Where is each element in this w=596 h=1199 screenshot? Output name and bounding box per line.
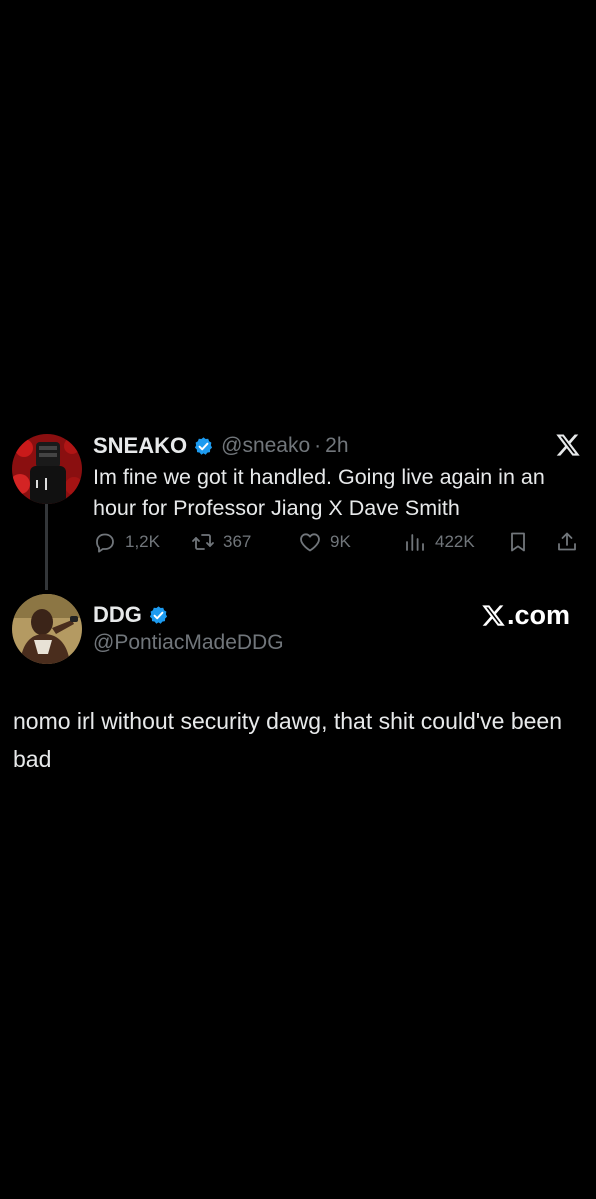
x-logo-icon[interactable]: [555, 432, 581, 458]
author-handle[interactable]: @PontiacMadeDDG: [93, 631, 284, 655]
views-count: 422K: [435, 532, 475, 551]
author-handle[interactable]: @sneako: [221, 434, 310, 458]
reply-post-header: DDG: [93, 600, 169, 630]
sneako-avatar-image: [12, 434, 82, 504]
like-count: 9K: [330, 532, 351, 551]
quoted-post-header: SNEAKO @sneako · 2h: [93, 431, 349, 461]
share-button[interactable]: [555, 530, 579, 554]
quoted-post-action-bar: 1,2K 367 9K 422K: [93, 530, 585, 562]
reply-icon: [96, 533, 114, 553]
ddg-avatar[interactable]: [12, 594, 82, 664]
x-com-watermark: .com: [481, 600, 570, 631]
x-logo-icon: [482, 605, 505, 626]
ddg-avatar-image: [12, 594, 82, 664]
repost-count: 367: [223, 532, 252, 551]
like-icon: [300, 533, 320, 552]
post-time[interactable]: 2h: [325, 434, 348, 458]
author-name[interactable]: DDG: [93, 602, 142, 628]
repost-icon: [192, 534, 214, 550]
views-icon: [406, 534, 424, 551]
watermark-text: .com: [507, 600, 571, 630]
thread-connector-line: [45, 500, 48, 590]
reply-button[interactable]: 1,2K: [93, 530, 160, 554]
repost-button[interactable]: 367: [191, 530, 251, 554]
meta-separator: ·: [314, 434, 322, 457]
bookmark-icon: [511, 532, 525, 552]
bookmark-button[interactable]: [506, 530, 530, 554]
quoted-post-text: Im fine we got it handled. Going live ag…: [93, 465, 545, 520]
verified-badge-icon: [195, 436, 213, 455]
like-button[interactable]: 9K: [298, 530, 351, 554]
share-icon: [558, 532, 576, 551]
reply-count: 1,2K: [125, 532, 160, 551]
author-name[interactable]: SNEAKO: [93, 433, 187, 459]
sneako-avatar[interactable]: [12, 434, 82, 504]
verified-badge-icon: [149, 605, 167, 624]
reply-post-text: nomo irl without security dawg, that shi…: [13, 708, 563, 772]
views-button[interactable]: 422K: [403, 530, 475, 554]
